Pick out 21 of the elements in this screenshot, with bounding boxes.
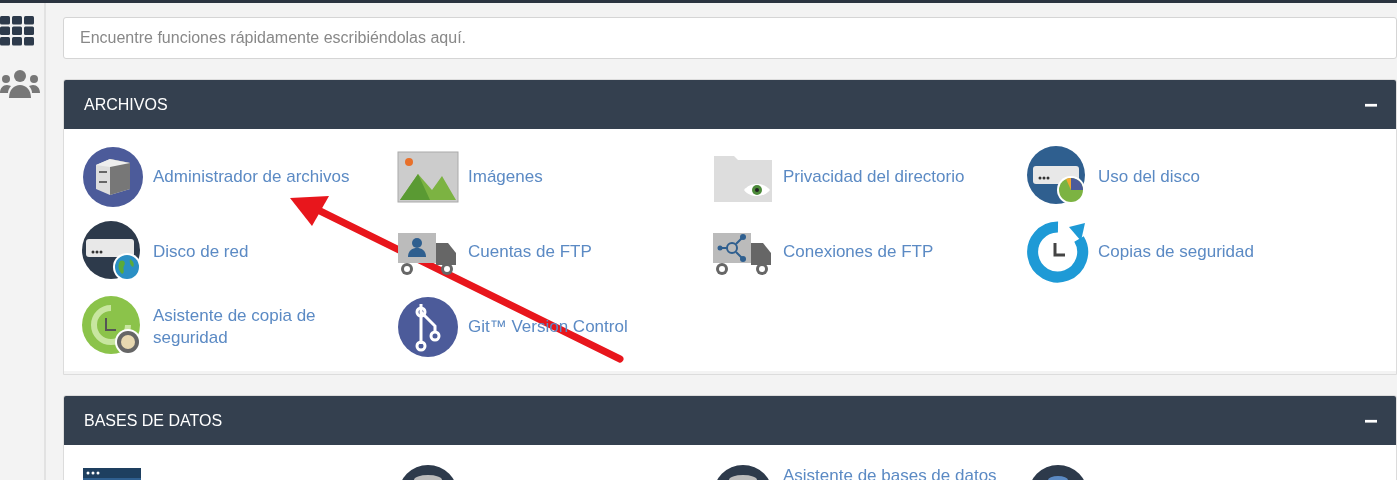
git-branch-icon[interactable]: [397, 296, 459, 358]
panel-header[interactable]: BASES DE DATOS −: [64, 396, 1396, 445]
feature-link[interactable]: Copias de seguridad: [1098, 241, 1328, 263]
apps-grid-icon[interactable]: [0, 16, 36, 46]
panel-title: BASES DE DATOS: [84, 410, 223, 431]
collapse-button[interactable]: −: [1364, 408, 1378, 433]
collapse-button[interactable]: −: [1364, 92, 1378, 117]
panel-title: ARCHIVOS: [84, 94, 168, 115]
feature-link[interactable]: Cuentas de FTP: [468, 241, 698, 263]
feature-link[interactable]: Asistente de copia de seguridad: [153, 305, 383, 349]
panel-header[interactable]: ARCHIVOS −: [64, 80, 1396, 129]
feature-link[interactable]: Disco de red: [153, 241, 383, 263]
file-cabinet-icon[interactable]: [82, 146, 144, 208]
users-icon[interactable]: [0, 68, 40, 100]
feature-link[interactable]: Privacidad del directorio: [783, 166, 1013, 188]
search-field[interactable]: Encuentre funciones rápidamente escribiéndolas aquí.: [63, 17, 1397, 59]
feature-link[interactable]: Uso del disco: [1098, 166, 1328, 188]
feature-link[interactable]: Administrador de archivos: [153, 166, 383, 188]
feature-link[interactable]: Conexiones de FTP: [783, 241, 1013, 263]
feature-link[interactable]: Imágenes: [468, 166, 698, 188]
clock-arrow-icon[interactable]: [1027, 221, 1089, 283]
